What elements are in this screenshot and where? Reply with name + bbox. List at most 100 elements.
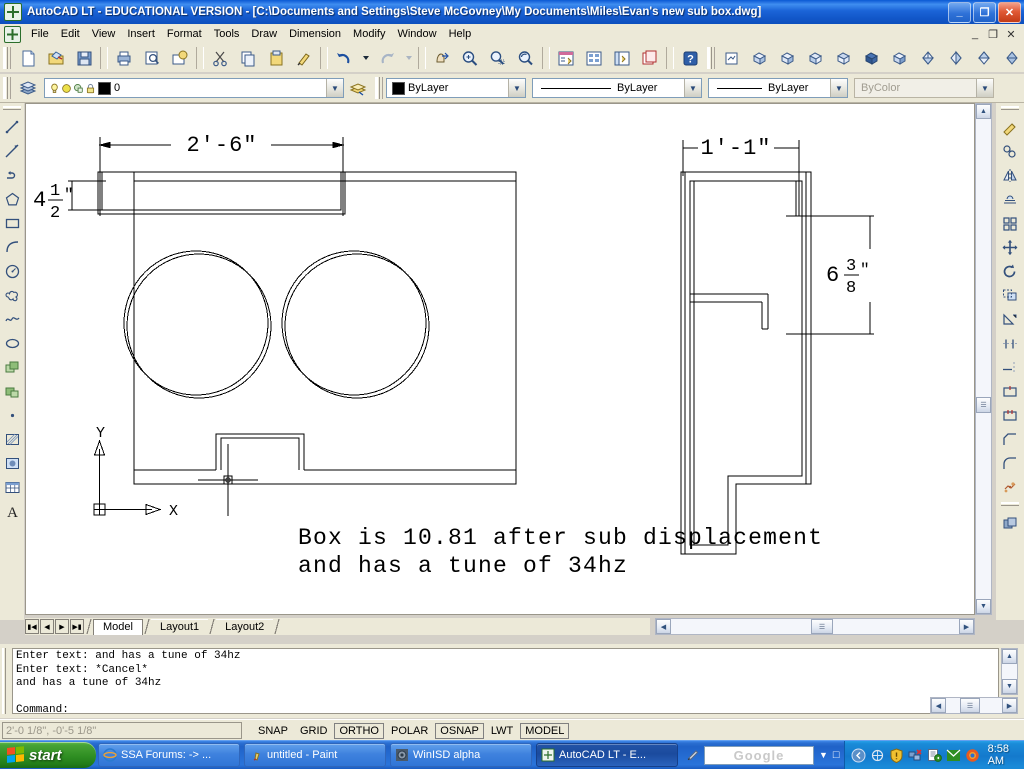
move-icon[interactable] <box>998 235 1022 259</box>
tab-layout1[interactable]: Layout1 <box>150 618 209 635</box>
spline-icon[interactable] <box>0 307 24 331</box>
save-icon[interactable] <box>71 46 97 71</box>
polygon-icon[interactable] <box>0 187 24 211</box>
mdi-close-button[interactable]: ✕ <box>1004 28 1018 41</box>
hatch-icon[interactable] <box>0 427 24 451</box>
status-toggle-grid[interactable]: GRID <box>294 722 333 739</box>
status-toggle-polar[interactable]: POLAR <box>386 722 434 739</box>
scroll-left-button[interactable]: ◀ <box>656 619 671 634</box>
revision-cloud-icon[interactable] <box>0 283 24 307</box>
scroll-up-button[interactable]: ▲ <box>976 104 991 119</box>
top-view-icon[interactable] <box>859 46 885 71</box>
undo-dropdown-icon[interactable] <box>359 46 372 71</box>
rotate-icon[interactable] <box>998 259 1022 283</box>
status-toggle-snap[interactable]: SNAP <box>253 722 293 739</box>
command-horizontal-scrollbar[interactable]: ◀ ☰ ▶ <box>930 697 1018 714</box>
google-dropdown-chevron-down-icon[interactable]: ▼ <box>819 750 828 760</box>
google-search-input[interactable]: Google <box>704 745 814 765</box>
line-icon[interactable] <box>0 115 24 139</box>
make-block-icon[interactable] <box>0 379 24 403</box>
scroll-right-button[interactable]: ▶ <box>959 619 974 634</box>
toolbar-grip[interactable] <box>3 47 11 69</box>
document-icon[interactable] <box>4 25 21 43</box>
layer-toolbar-grip[interactable] <box>3 77 11 99</box>
explode-icon[interactable] <box>998 475 1022 499</box>
minimize-button[interactable]: _ <box>948 1 971 23</box>
scroll-down-button[interactable]: ▼ <box>976 599 991 614</box>
undo-icon[interactable] <box>331 46 357 71</box>
color-combo[interactable]: ByLayer ▼ <box>386 78 526 98</box>
help-icon[interactable]: ? <box>677 46 703 71</box>
match-properties-icon[interactable] <box>291 46 317 71</box>
taskbar-item-ssa-forums[interactable]: SSA Forums: -> ... <box>98 743 240 767</box>
break-icon[interactable] <box>998 403 1022 427</box>
zoom-window-icon[interactable] <box>485 46 511 71</box>
status-toggle-osnap[interactable]: OSNAP <box>435 722 484 739</box>
command-history[interactable]: Enter text: and has a tune of 34hz Enter… <box>12 648 999 714</box>
copy-object-icon[interactable] <box>998 139 1022 163</box>
ellipse-icon[interactable] <box>0 331 24 355</box>
menu-item-help[interactable]: Help <box>443 26 478 42</box>
mdi-restore-button[interactable]: ❐ <box>986 28 1000 41</box>
menu-item-format[interactable]: Format <box>161 26 208 42</box>
command-hscroll-thumb[interactable]: ☰ <box>960 698 980 713</box>
draw-toolbar-grip[interactable] <box>3 106 21 112</box>
linetype-chevron-down-icon[interactable]: ▼ <box>684 79 701 97</box>
offset-icon[interactable] <box>998 187 1022 211</box>
network-disconnected-icon[interactable] <box>908 748 923 763</box>
open-icon[interactable] <box>43 46 69 71</box>
menu-item-draw[interactable]: Draw <box>245 26 283 42</box>
command-scroll-track[interactable] <box>1002 664 1017 679</box>
command-hscroll-track[interactable]: ☰ <box>946 698 1002 713</box>
mdi-minimize-button[interactable]: _ <box>968 28 982 41</box>
insert-block-icon[interactable] <box>0 355 24 379</box>
horizontal-scroll-thumb[interactable]: ☰ <box>811 619 833 634</box>
command-scroll-right-button[interactable]: ▶ <box>1002 698 1017 713</box>
show-hidden-icons-icon[interactable] <box>851 748 866 763</box>
color-chevron-down-icon[interactable]: ▼ <box>508 79 525 97</box>
zoom-previous-icon[interactable] <box>513 46 539 71</box>
menu-item-tools[interactable]: Tools <box>208 26 246 42</box>
multiline-text-icon[interactable]: A <box>0 499 24 523</box>
clock[interactable]: 8:58 AM <box>988 743 1018 767</box>
point-icon[interactable] <box>0 403 24 427</box>
break-at-point-icon[interactable] <box>998 379 1022 403</box>
google-search-button[interactable]: □ <box>833 749 840 761</box>
stretch-icon[interactable] <box>998 307 1022 331</box>
menu-item-window[interactable]: Window <box>391 26 442 42</box>
zoom-realtime-icon[interactable] <box>457 46 483 71</box>
menu-item-insert[interactable]: Insert <box>121 26 161 42</box>
taskbar-item-autocad[interactable]: AutoCAD LT - E... <box>536 743 678 767</box>
command-window-grip[interactable] <box>2 648 8 714</box>
extend-icon[interactable] <box>998 355 1022 379</box>
command-scroll-left-button[interactable]: ◀ <box>931 698 946 713</box>
coordinate-display[interactable]: 2'-0 1/8", -0'-5 1/8" <box>2 722 242 739</box>
polyline-icon[interactable] <box>0 163 24 187</box>
layer-combo-chevron-down-icon[interactable]: ▼ <box>326 79 343 97</box>
se-isometric-icon[interactable] <box>775 46 801 71</box>
lineweight-combo[interactable]: ByLayer ▼ <box>708 78 848 98</box>
tab-nav-first-button[interactable]: ▮◀ <box>25 619 39 634</box>
circle-icon[interactable] <box>0 259 24 283</box>
copy-icon[interactable] <box>235 46 261 71</box>
view-toolbar-grip[interactable] <box>707 47 715 69</box>
linetype-combo[interactable]: ByLayer ▼ <box>532 78 702 98</box>
lineweight-chevron-down-icon[interactable]: ▼ <box>830 79 847 97</box>
named-views-icon[interactable] <box>719 46 745 71</box>
bottom-view-icon[interactable] <box>887 46 913 71</box>
print-preview-icon[interactable] <box>139 46 165 71</box>
taskbar-item-winisd[interactable]: WinISD alpha <box>390 743 532 767</box>
sw-isometric-icon[interactable] <box>747 46 773 71</box>
nw-isometric-icon[interactable] <box>831 46 857 71</box>
back-view-icon[interactable] <box>943 46 969 71</box>
pan-realtime-icon[interactable] <box>429 46 455 71</box>
taskbar-item-paint[interactable]: untitled - Paint <box>244 743 386 767</box>
tab-nav-last-button[interactable]: ▶▮ <box>70 619 84 634</box>
left-view-icon[interactable] <box>971 46 997 71</box>
modify-toolbar-grip[interactable] <box>1001 106 1019 112</box>
close-button[interactable]: ✕ <box>998 1 1021 23</box>
paste-icon[interactable] <box>263 46 289 71</box>
redo-icon[interactable] <box>374 46 400 71</box>
new-icon[interactable] <box>15 46 41 71</box>
command-scroll-down-button[interactable]: ▼ <box>1002 679 1017 694</box>
